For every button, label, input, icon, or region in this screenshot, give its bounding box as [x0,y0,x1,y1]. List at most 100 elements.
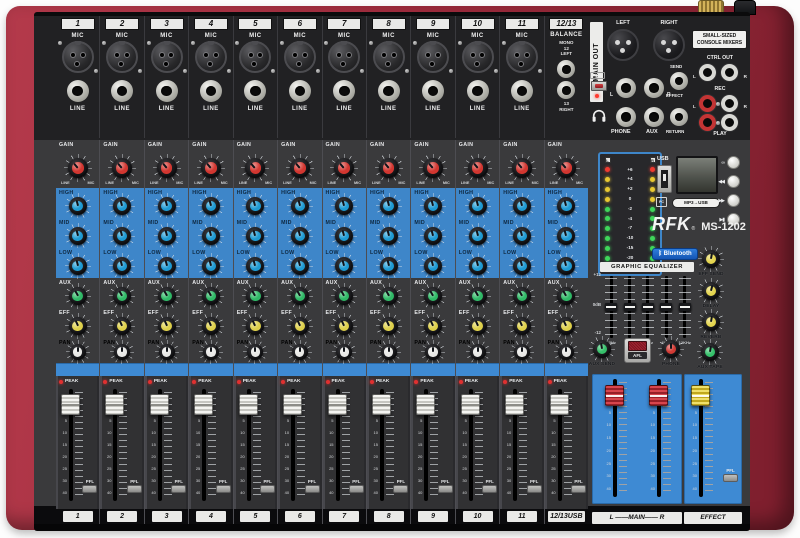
pfl-button[interactable] [216,485,231,493]
low-knob[interactable] [554,254,578,278]
mid-knob[interactable] [243,224,267,248]
aux-knob[interactable] [288,284,312,308]
repeat-button[interactable] [727,156,740,169]
mid-knob[interactable] [66,224,90,248]
delay-knob[interactable] [699,279,723,303]
aux-knob[interactable] [332,284,356,308]
pfl-button[interactable] [305,485,320,493]
high-knob[interactable] [421,194,445,218]
channel-fader[interactable]: 505101520253040 [502,389,528,501]
channel-fader[interactable]: 505101520253040 [280,389,306,501]
channel-fader[interactable]: 505101520253040 [191,389,217,501]
phone-knob[interactable] [659,337,683,361]
pfl-button[interactable] [393,485,408,493]
gain-knob[interactable] [465,155,491,181]
channel-fader[interactable]: 505101520253040 [102,389,128,501]
mid-knob[interactable] [421,224,445,248]
high-knob[interactable] [155,194,179,218]
effect-fader[interactable]: 505101520253040 [688,379,714,497]
aux-knob[interactable] [199,284,223,308]
gain-knob[interactable] [65,155,91,181]
high-knob[interactable] [66,194,90,218]
low-knob[interactable] [466,254,490,278]
high-knob[interactable] [110,194,134,218]
fader-cap[interactable] [105,394,124,415]
gain-knob[interactable] [242,155,268,181]
fader-cap[interactable] [461,394,480,415]
aux-tape-knob[interactable] [698,340,722,364]
pan-knob[interactable] [422,341,444,363]
aux-knob[interactable] [110,284,134,308]
pfl-button[interactable] [82,485,97,493]
gain-knob[interactable] [509,155,535,181]
low-knob[interactable] [155,254,179,278]
aux-knob[interactable] [554,284,578,308]
main-r-fader[interactable]: 505101520253040 [646,379,672,497]
gain-knob[interactable] [154,155,180,181]
gain-knob[interactable] [198,155,224,181]
channel-fader[interactable]: 505101520253040 [413,389,439,501]
high-knob[interactable] [554,194,578,218]
high-knob[interactable] [288,194,312,218]
channel-fader[interactable]: 505101520253040 [58,389,84,501]
fader-cap[interactable] [283,394,302,415]
gain-knob[interactable] [553,155,579,181]
high-knob[interactable] [466,194,490,218]
eff-knob[interactable] [199,314,223,338]
eff-knob[interactable] [110,314,134,338]
aux-knob[interactable] [510,284,534,308]
fader-cap[interactable] [605,385,624,406]
eq-slider-cap[interactable] [605,303,617,311]
aux-send-knob[interactable] [590,337,614,361]
pan-knob[interactable] [333,341,355,363]
channel-fader[interactable]: 505101520253040 [236,389,262,501]
mid-knob[interactable] [110,224,134,248]
pan-knob[interactable] [378,341,400,363]
low-knob[interactable] [243,254,267,278]
high-knob[interactable] [510,194,534,218]
mid-knob[interactable] [199,224,223,248]
aux-knob[interactable] [466,284,490,308]
mid-knob[interactable] [377,224,401,248]
high-knob[interactable] [243,194,267,218]
fader-cap[interactable] [649,385,668,406]
aux-knob[interactable] [66,284,90,308]
low-knob[interactable] [66,254,90,278]
high-knob[interactable] [332,194,356,218]
eff-knob[interactable] [288,314,312,338]
afl-button[interactable] [628,341,647,351]
aux-knob[interactable] [243,284,267,308]
eff-knob[interactable] [155,314,179,338]
mid-knob[interactable] [332,224,356,248]
mid-knob[interactable] [288,224,312,248]
aux-knob[interactable] [377,284,401,308]
gain-knob[interactable] [376,155,402,181]
pan-knob[interactable] [244,341,266,363]
pfl-button[interactable] [527,485,542,493]
high-knob[interactable] [199,194,223,218]
eff-knob[interactable] [466,314,490,338]
usb-port[interactable] [657,165,672,193]
gain-knob[interactable] [109,155,135,181]
gain-knob[interactable] [420,155,446,181]
eq-slider-cap[interactable] [660,303,672,311]
mid-knob[interactable] [466,224,490,248]
fader-cap[interactable] [239,394,258,415]
reverb-knob[interactable] [699,310,723,334]
pan-knob[interactable] [67,341,89,363]
low-knob[interactable] [332,254,356,278]
eff-knob[interactable] [332,314,356,338]
mid-knob[interactable] [155,224,179,248]
fader-cap[interactable] [150,394,169,415]
previous-button[interactable] [727,175,740,188]
low-knob[interactable] [377,254,401,278]
fader-cap[interactable] [691,385,710,406]
high-knob[interactable] [377,194,401,218]
eq-band-slider[interactable] [620,276,638,338]
gain-knob[interactable] [287,155,313,181]
channel-fader[interactable]: 505101520253040 [369,389,395,501]
mid-knob[interactable] [554,224,578,248]
pfl-button[interactable] [127,485,142,493]
mid-knob[interactable] [510,224,534,248]
pan-knob[interactable] [111,341,133,363]
